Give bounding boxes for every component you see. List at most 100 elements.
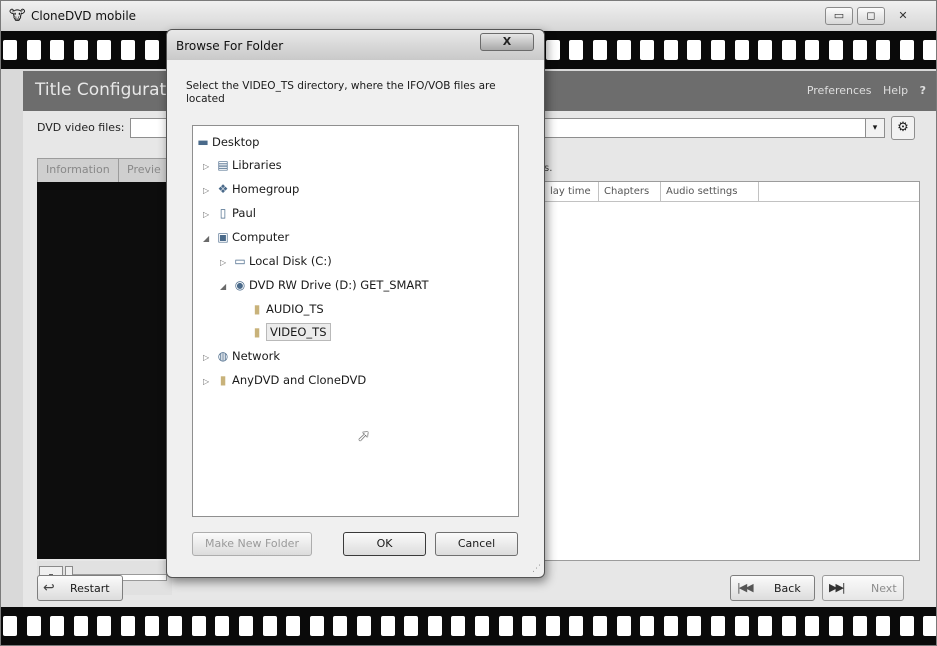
film-hole [735,40,749,60]
tree-item[interactable]: ▷ ▭ Local Disk (C:) [220,251,332,271]
film-hole [900,616,914,636]
tree-item-label: DVD RW Drive (D:) GET_SMART [249,278,429,292]
folder-icon: ▮ [219,373,227,387]
folder-icon: ▮ [253,302,261,316]
libraries-icon: ▤ [217,158,229,172]
make-new-folder-button[interactable]: Make New Folder [192,532,312,556]
dvd-files-dropdown-button[interactable]: ▾ [865,118,885,138]
film-hole [782,616,796,636]
titles-list[interactable]: lay time Chapters Audio settings [544,181,920,561]
tree-item[interactable]: ▮ AUDIO_TS [237,299,324,319]
help-question-icon[interactable]: ? [920,84,926,97]
tree-item-label: Local Disk (C:) [249,254,332,268]
titles-hint-text: s. [544,163,553,174]
minimize-button[interactable]: ▭ [825,7,853,25]
tree-item-label: AnyDVD and CloneDVD [232,373,367,387]
film-hole [805,616,819,636]
film-hole [215,616,229,636]
film-hole [900,40,914,60]
tree-item[interactable]: ▬ Desktop [194,132,259,152]
maximize-button[interactable]: ◻ [857,7,885,25]
film-hole [735,616,749,636]
resize-grip-icon[interactable]: ⋰ [532,564,541,574]
section-title: Title Configurati [35,80,171,100]
expand-arrow-icon[interactable]: ▷ [203,372,214,392]
tree-item[interactable]: ▷ ◍ Network [203,346,280,366]
ok-button[interactable]: OK [343,532,426,556]
film-hole [664,40,678,60]
tree-item-label: Paul [232,206,256,220]
film-hole [617,616,631,636]
film-hole [381,616,395,636]
back-label: Back [774,582,801,595]
film-hole [617,40,631,60]
tree-item-label: Libraries [232,158,282,172]
tree-item-label: AUDIO_TS [266,302,324,316]
film-hole [97,616,111,636]
expand-arrow-icon[interactable]: ▷ [203,205,214,225]
film-hole [546,40,560,60]
expand-arrow-icon[interactable]: ▷ [220,253,231,273]
restart-button[interactable]: ↩ Restart [37,575,123,601]
collapse-arrow-icon[interactable]: ◢ [220,277,231,297]
next-button[interactable]: ▶▶| Next [822,575,904,601]
tree-item[interactable]: ▷ ▤ Libraries [203,155,282,175]
tree-item[interactable]: ▷ ❖ Homegroup [203,179,299,199]
tree-item-label: Desktop [212,135,260,149]
restart-arrow-icon: ↩ [43,580,55,596]
film-hole [145,40,159,60]
preferences-link[interactable]: Preferences [807,84,872,97]
film-hole [499,616,513,636]
film-hole [522,616,536,636]
tree-item[interactable]: ▮ VIDEO_TS [237,322,331,342]
tree-item-label: Homegroup [232,182,300,196]
next-label: Next [871,582,897,595]
column-audio-settings[interactable]: Audio settings [661,182,759,202]
cancel-button[interactable]: Cancel [435,532,518,556]
folder-icon: ▮ [253,325,261,339]
film-hole [3,616,17,636]
film-strip-bottom [1,607,936,645]
column-chapters[interactable]: Chapters [599,182,661,202]
expand-arrow-icon[interactable]: ▷ [203,348,214,368]
film-hole [168,616,182,636]
tab-information[interactable]: Information [37,158,119,182]
dvd-settings-button[interactable]: ⚙ [891,116,915,140]
collapse-arrow-icon[interactable]: ◢ [203,229,214,249]
film-hole [27,616,41,636]
column-play-time[interactable]: lay time [545,182,599,202]
tree-item[interactable]: ◢ ◉ DVD RW Drive (D:) GET_SMART [220,275,428,295]
tree-item-label: Computer [232,230,290,244]
dialog-close-button[interactable]: X [480,33,534,51]
tree-item[interactable]: ▷ ▮ AnyDVD and CloneDVD [203,370,366,390]
film-hole [357,616,371,636]
tree-item[interactable]: ◢ ▣ Computer [203,227,289,247]
film-hole [239,616,253,636]
film-hole [333,616,347,636]
help-link[interactable]: Help [883,84,908,97]
expand-arrow-icon[interactable]: ▷ [203,181,214,201]
tree-item[interactable]: ▷ ▯ Paul [203,203,256,223]
film-hole [593,616,607,636]
back-button[interactable]: |◀◀ Back [730,575,815,601]
expand-arrow-icon[interactable]: ▷ [203,157,214,177]
film-hole [192,616,206,636]
tab-preview[interactable]: Previe [118,158,170,182]
film-hole [876,40,890,60]
film-hole [428,616,442,636]
titles-list-header: lay time Chapters Audio settings [545,182,919,202]
film-hole [569,616,583,636]
film-hole [711,616,725,636]
film-hole [853,616,867,636]
film-hole [145,616,159,636]
film-hole [97,40,111,60]
film-hole [687,40,701,60]
film-hole [286,616,300,636]
film-holes-bottom [3,616,936,636]
film-hole [782,40,796,60]
film-hole [758,40,772,60]
folder-tree[interactable]: ▬ Desktop ▷ ▤ Libraries ▷ ❖ Homegroup ▷ ▯ Paul ◢ ▣ Co… [192,125,519,517]
close-button[interactable]: ✕ [889,7,917,25]
computer-icon: ▣ [217,230,229,244]
film-hole [475,616,489,636]
